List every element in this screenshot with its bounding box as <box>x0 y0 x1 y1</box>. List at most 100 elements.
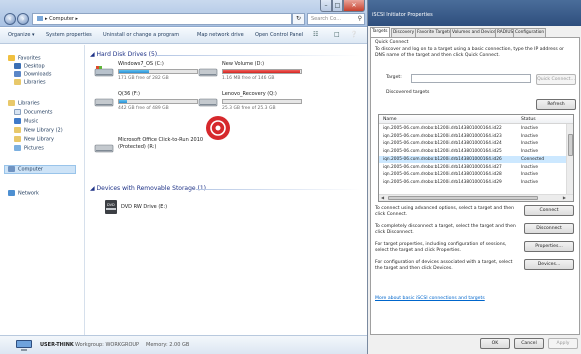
target-status: Inactive <box>521 149 539 155</box>
nav-libraries[interactable]: Libraries <box>8 100 40 107</box>
svg-text:DVD: DVD <box>107 203 115 207</box>
nav-libraries-favorite[interactable]: Libraries <box>14 79 46 86</box>
tab-configuration[interactable]: Configuration <box>513 28 547 37</box>
target-row[interactable]: iqn.2005-06.com.drobo:b1200i.drb14380100… <box>379 155 567 164</box>
nav-desktop[interactable]: Desktop <box>14 63 45 70</box>
hard-drive-icon <box>198 98 218 107</box>
target-row[interactable]: iqn.2005-06.com.drobo:b1200i.drb14380100… <box>379 140 567 148</box>
group-hard-disks[interactable]: ◢ Hard Disk Drives (5) <box>90 51 157 58</box>
office-drive-icon <box>94 144 114 153</box>
group-removable-storage[interactable]: ◢ Devices with Removable Storage (1) <box>90 185 206 192</box>
disconnect-button[interactable]: Disconnect <box>524 223 574 234</box>
map-network-drive-button[interactable]: Map network drive <box>197 32 244 38</box>
search-input[interactable]: Search Co... ⚲ <box>307 13 365 25</box>
target-input[interactable] <box>411 74 531 83</box>
quick-connect-button[interactable]: Quick Connect... <box>536 74 576 85</box>
cancel-button[interactable]: Cancel <box>514 338 544 349</box>
drive-usage-fill <box>223 70 301 73</box>
scroll-right-icon[interactable]: ▶ <box>563 195 566 200</box>
drive-e-dvd[interactable]: DVD DVD RW Drive (E:) <box>104 199 234 229</box>
navigation-pane: Favorites Desktop Downloads Libraries Li… <box>0 45 85 335</box>
dialog-tabs: Targets Discovery Favorite Targets Volum… <box>370 27 581 37</box>
more-about-iscsi-link[interactable]: More about basic iSCSI connections and t… <box>375 296 485 301</box>
forward-arrow-icon: › <box>21 15 25 23</box>
documents-icon <box>14 109 21 115</box>
nav-network[interactable]: Network <box>8 190 39 197</box>
target-row[interactable]: iqn.2005-06.com.drobo:b1200i.drb14380100… <box>379 133 567 141</box>
properties-button[interactable]: Properties... <box>524 241 574 252</box>
system-properties-button[interactable]: System properties <box>46 32 92 38</box>
devices-button[interactable]: Devices... <box>524 259 574 270</box>
target-status: Inactive <box>521 179 539 185</box>
quick-connect-heading: Quick Connect <box>375 40 409 45</box>
forward-button[interactable]: › <box>17 13 29 25</box>
organize-button[interactable]: Organize ▾ <box>8 32 35 38</box>
maximize-button[interactable]: □ <box>332 0 343 12</box>
vertical-scroll-thumb[interactable] <box>568 134 573 156</box>
target-name: iqn.2005-06.com.drobo:b1200i.drb14380100… <box>383 126 502 131</box>
minimize-icon: – <box>324 2 328 9</box>
apply-button[interactable]: Apply <box>548 338 578 349</box>
discovered-targets-list[interactable]: Name Status iqn.2005-06.com.drobo:b1200i… <box>378 114 574 202</box>
hard-drive-icon <box>198 68 218 77</box>
address-text: ▸ Computer ▸ <box>45 16 79 22</box>
search-icon: ⚲ <box>357 15 362 22</box>
horizontal-scroll-thumb[interactable] <box>388 196 538 200</box>
target-status: Inactive <box>521 164 539 170</box>
target-row[interactable]: iqn.2005-06.com.drobo:b1200i.drb14380100… <box>379 164 567 172</box>
status-bar: USER-THINK Workgroup: WORKGROUP Memory: … <box>0 335 367 354</box>
memory: Memory: 2.00 GB <box>146 342 190 348</box>
target-row[interactable]: iqn.2005-06.com.drobo:b1200i.drb14380100… <box>379 125 567 133</box>
target-name: iqn.2005-06.com.drobo:b1200i.drb14380100… <box>383 133 502 139</box>
nav-new-library[interactable]: New Library <box>14 136 54 143</box>
tab-volumes-and-devices[interactable]: Volumes and Devices <box>450 28 500 37</box>
nav-pictures[interactable]: Pictures <box>14 145 44 152</box>
uninstall-program-button[interactable]: Uninstall or change a program <box>103 32 179 38</box>
recovery-logo-icon <box>206 116 230 140</box>
close-button[interactable]: ✕ <box>343 0 365 12</box>
target-row[interactable]: iqn.2005-06.com.drobo:b1200i.drb14380100… <box>379 179 567 187</box>
scroll-left-icon[interactable]: ◀ <box>381 195 384 200</box>
nav-downloads[interactable]: Downloads <box>14 71 51 78</box>
target-status: Inactive <box>521 172 539 178</box>
music-icon <box>14 118 21 124</box>
drive-usage-bar <box>118 69 198 74</box>
column-status[interactable]: Status <box>521 117 536 122</box>
drive-usage-fill <box>119 100 127 103</box>
targets-panel: Quick Connect To discover and log on to … <box>370 37 580 335</box>
ok-button[interactable]: OK <box>480 338 510 349</box>
horizontal-scrollbar[interactable]: ◀ ▶ <box>379 194 573 201</box>
column-name[interactable]: Name <box>383 117 397 122</box>
nav-music[interactable]: Music <box>14 118 38 125</box>
nav-new-library-2[interactable]: New Library (2) <box>14 127 63 134</box>
target-row[interactable]: iqn.2005-06.com.drobo:b1200i.drb14380100… <box>379 171 567 179</box>
group-divider <box>156 55 361 56</box>
drive-d[interactable]: New Volume (D:) 1.16 MB free of 146 GB <box>198 61 328 91</box>
tab-favorite-targets[interactable]: Favorite Targets <box>415 28 454 37</box>
help-icon[interactable]: ❔ <box>350 31 360 40</box>
preview-pane-icon[interactable]: □ <box>334 31 344 40</box>
refresh-icon: ↻ <box>295 15 302 22</box>
target-row[interactable]: iqn.2005-06.com.drobo:b1200i.drb14380100… <box>379 148 567 156</box>
minimize-button[interactable]: – <box>320 0 332 12</box>
libraries-icon <box>14 79 21 85</box>
address-bar[interactable]: ▸ Computer ▸ <box>32 13 292 25</box>
connect-button[interactable]: Connect <box>524 205 574 216</box>
close-icon: ✕ <box>351 2 357 9</box>
drive-r[interactable]: Microsoft Office Click-to-Run 2010 (Prot… <box>94 137 224 167</box>
vertical-scrollbar[interactable] <box>566 124 573 196</box>
view-options-icon[interactable]: ☷ <box>313 31 323 40</box>
tab-discovery[interactable]: Discovery <box>391 28 417 37</box>
open-control-panel-button[interactable]: Open Control Panel <box>255 32 303 38</box>
nav-documents[interactable]: Documents <box>14 109 53 116</box>
refresh-button[interactable]: Refresh <box>536 99 576 110</box>
hard-drive-icon <box>94 98 114 107</box>
address-refresh-button[interactable]: ↻ <box>292 13 305 25</box>
tab-targets[interactable]: Targets <box>370 27 390 37</box>
back-button[interactable]: ‹ <box>4 13 16 25</box>
nav-computer[interactable]: Computer <box>4 165 76 174</box>
discovered-targets-label: Discovered targets <box>386 90 430 95</box>
nav-favorites[interactable]: Favorites <box>8 55 41 62</box>
maximize-icon: □ <box>334 2 341 9</box>
downloads-icon <box>14 71 21 77</box>
